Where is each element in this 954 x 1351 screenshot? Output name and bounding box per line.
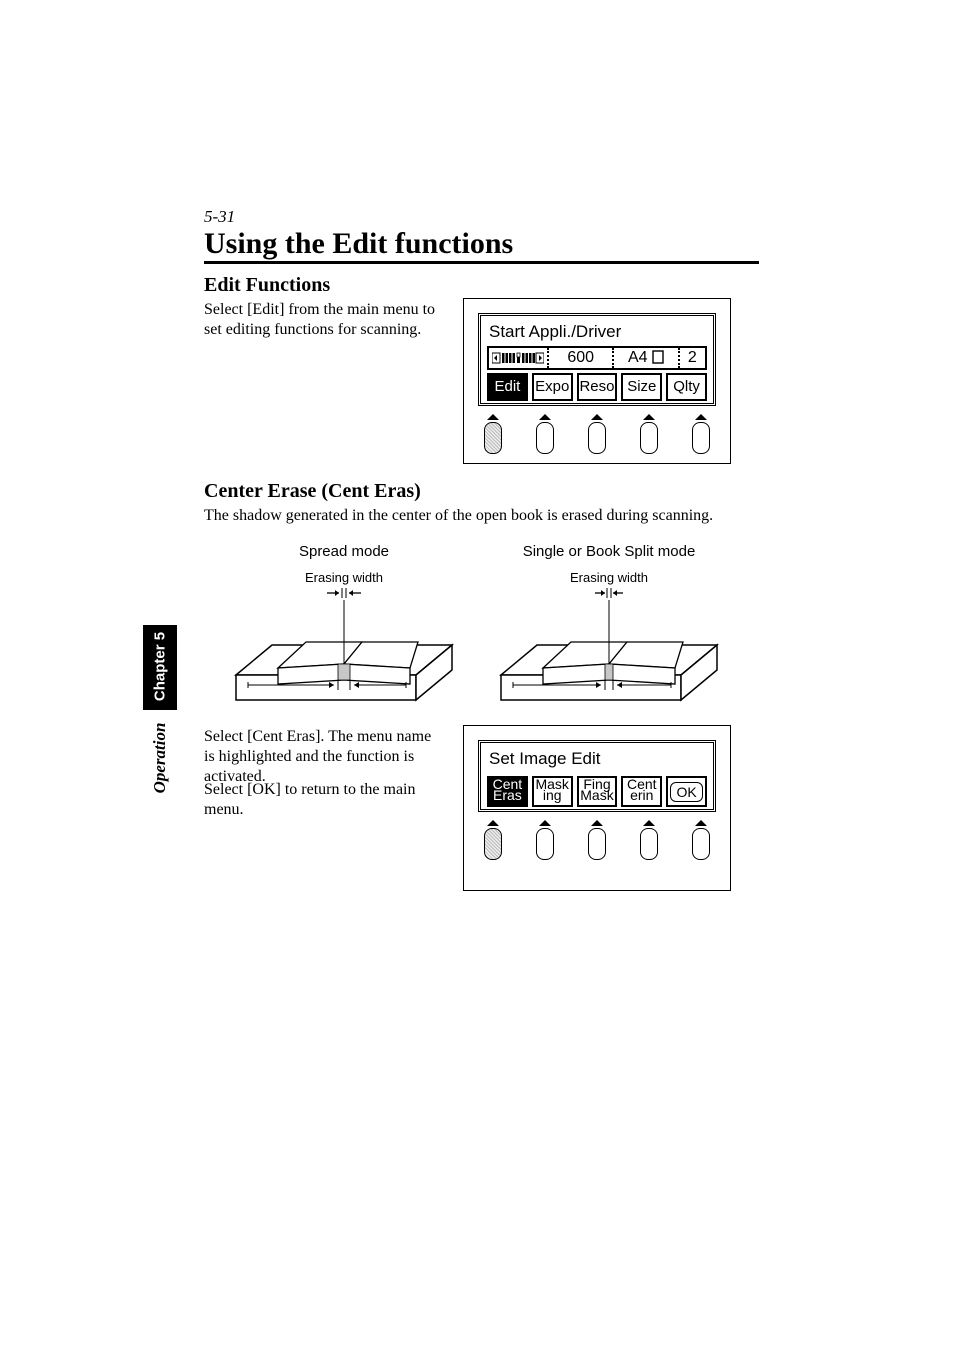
softkey-row-2: Cent Eras Mask ing Fing Mask Cent erin O… xyxy=(487,776,707,807)
single-mode-diagram: Single or Book Split mode Erasing width xyxy=(499,543,719,710)
status-paper: A4 xyxy=(614,349,677,367)
ok-return-text: Select [OK] to return to the main menu. xyxy=(204,780,444,820)
spread-mode-label: Spread mode xyxy=(234,543,454,560)
status-glyphs xyxy=(489,351,547,365)
lcd-panel-figure-2: Set Image Edit Cent Eras Mask ing Fing M… xyxy=(463,725,731,891)
hw-button xyxy=(536,414,554,454)
open-book-spread-icon xyxy=(234,600,454,705)
page-number: 5-31 xyxy=(204,207,235,227)
edit-functions-text: Select [Edit] from the main menu to set … xyxy=(204,300,444,340)
edit-functions-heading: Edit Functions xyxy=(204,274,330,297)
softkey-reso: Reso xyxy=(577,373,618,401)
softkey-row-1: Edit Expo Reso Size Qlty xyxy=(487,373,707,401)
softkey-ok: OK xyxy=(666,776,707,807)
lcd-panel-figure-1: Start Appli./Driver xyxy=(463,298,731,464)
status-count: 2 xyxy=(680,349,705,367)
chapter-label: Chapter 5 xyxy=(152,627,169,707)
lcd-display-2: Set Image Edit Cent Eras Mask ing Fing M… xyxy=(478,740,716,812)
chapter-tab: Chapter 5 xyxy=(143,625,177,710)
lcd-display-1: Start Appli./Driver xyxy=(478,313,716,406)
side-tab: Chapter 5 Operation xyxy=(143,625,177,800)
hw-button xyxy=(588,820,606,860)
softkey-masking: Mask ing xyxy=(532,776,573,807)
hw-button xyxy=(536,820,554,860)
hw-button xyxy=(640,414,658,454)
single-mode-label: Single or Book Split mode xyxy=(499,543,719,560)
hw-button xyxy=(588,414,606,454)
softkey-fing-mask: Fing Mask xyxy=(577,776,618,807)
softkey-expo: Expo xyxy=(532,373,573,401)
width-arrows-icon xyxy=(499,587,719,599)
spread-mode-diagram: Spread mode Erasing width xyxy=(234,543,454,710)
ok-label: OK xyxy=(670,782,702,802)
bargraph-icon xyxy=(492,351,544,365)
lcd-title-2: Set Image Edit xyxy=(487,747,707,773)
status-resolution: 600 xyxy=(549,349,612,367)
operation-tab: Operation xyxy=(143,713,177,803)
softkey-label: Eras xyxy=(493,787,522,803)
softkey-label: Mask xyxy=(580,787,613,803)
hw-button xyxy=(692,820,710,860)
hw-button-row-2 xyxy=(484,820,710,860)
hw-button xyxy=(692,414,710,454)
softkey-label: erin xyxy=(630,787,653,803)
document-page: 5-31 Using the Edit functions Chapter 5 … xyxy=(0,0,954,1351)
operation-label: Operation xyxy=(150,713,170,803)
erasing-width-label: Erasing width xyxy=(234,570,454,585)
softkey-label: ing xyxy=(543,787,562,803)
softkey-centerin: Cent erin xyxy=(621,776,662,807)
paper-size-label: A4 xyxy=(628,349,648,366)
cent-eras-select-text: Select [Cent Eras]. The menu name is hig… xyxy=(204,727,444,787)
title-rule xyxy=(204,261,759,264)
status-row: 600 A4 2 xyxy=(487,346,707,370)
erasing-width-label: Erasing width xyxy=(499,570,719,585)
open-book-single-icon xyxy=(499,600,719,705)
width-arrows-icon xyxy=(234,587,454,599)
softkey-edit: Edit xyxy=(487,373,528,401)
center-erase-text: The shadow generated in the center of th… xyxy=(204,506,759,526)
page-title: Using the Edit functions xyxy=(204,227,513,261)
softkey-qlty: Qlty xyxy=(666,373,707,401)
lcd-title-1: Start Appli./Driver xyxy=(487,320,707,346)
hw-button-row-1 xyxy=(484,414,710,454)
hw-button xyxy=(640,820,658,860)
portrait-icon xyxy=(652,350,664,364)
center-erase-heading: Center Erase (Cent Eras) xyxy=(204,480,421,503)
softkey-size: Size xyxy=(621,373,662,401)
softkey-cent-eras: Cent Eras xyxy=(487,776,528,807)
hw-button xyxy=(484,820,502,860)
hw-button xyxy=(484,414,502,454)
